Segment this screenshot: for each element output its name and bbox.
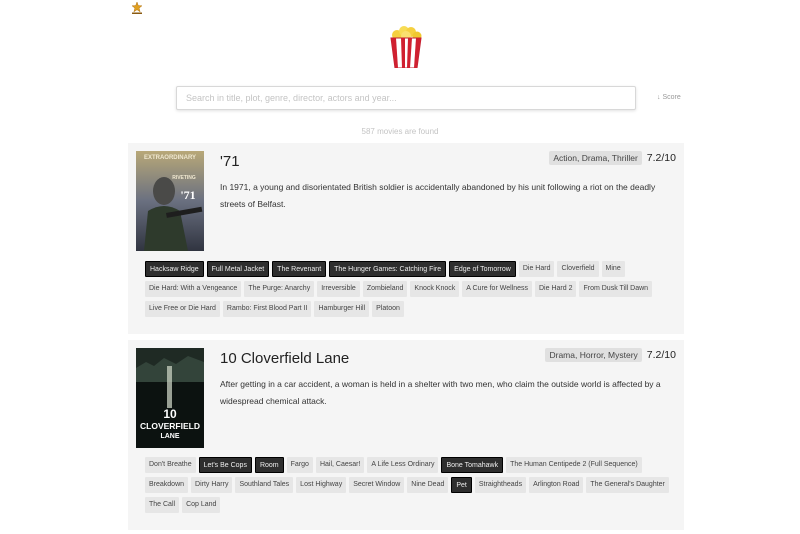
similar-movie-tag[interactable]: A Life Less Ordinary (367, 457, 439, 473)
similar-movie-tag[interactable]: Let's Be Cops (198, 457, 252, 473)
similar-movie-tag[interactable]: The Human Centipede 2 (Full Sequence) (506, 457, 642, 473)
similar-movies: Hacksaw Ridge Full Metal Jacket The Revena… (145, 261, 675, 321)
similar-movie-tag[interactable]: Knock Knock (410, 281, 460, 297)
sort-score-button[interactable]: ↓ Score (657, 94, 681, 101)
similar-movie-tag[interactable]: Breakdown (145, 477, 189, 493)
similar-movie-tag[interactable]: Zombieland (362, 281, 408, 297)
movie-meta: Drama, Horror, Mystery 7.2/10 (545, 348, 676, 362)
similar-movie-tag[interactable]: Bone Tomahawk (441, 457, 504, 473)
similar-movie-tag[interactable]: Southland Tales (235, 477, 294, 493)
movie-plot: In 1971, a young and disorientated Briti… (220, 182, 656, 209)
similar-movie-tag[interactable]: The Hunger Games: Catching Fire (329, 261, 447, 277)
similar-movie-tag[interactable]: Room (254, 457, 284, 473)
similar-movie-tag[interactable]: Arlington Road (529, 477, 584, 493)
similar-movie-tag[interactable]: Irreversible (317, 281, 360, 297)
similar-movie-tag[interactable]: The General's Daughter (586, 477, 669, 493)
similar-movies: Don't Breathe Let's Be Cops Room Fargo Hail,… (145, 457, 675, 517)
poster-subtitle: LANE (160, 433, 179, 440)
similar-movie-tag[interactable]: Die Hard 2 (535, 281, 577, 297)
movie-meta: Action, Drama, Thriller 7.2/10 (549, 151, 676, 165)
poster-tagline-2: RIVETING (172, 175, 196, 181)
poster-title: '71 (180, 188, 195, 202)
poster-number: 10 (163, 407, 177, 421)
similar-movie-tag[interactable]: Edge of Tomorrow (449, 261, 516, 277)
movie-rating: 7.2/10 (646, 349, 676, 361)
similar-movie-tag[interactable]: The Call (145, 497, 180, 513)
movie-title[interactable]: '71 (220, 153, 240, 170)
results-count: 587 movies are found (361, 127, 439, 136)
similar-movie-tag[interactable]: The Purge: Anarchy (244, 281, 315, 297)
similar-movie-tag[interactable]: Fargo (286, 457, 313, 473)
similar-movie-tag[interactable]: Straightheads (474, 477, 527, 493)
similar-movie-tag[interactable]: Cop Land (182, 497, 221, 513)
similar-movie-tag[interactable]: A Cure for Wellness (462, 281, 532, 297)
movie-card: EXTRAORDINARY RIVETING '71 '71 Action, D… (128, 143, 684, 334)
similar-movie-tag[interactable]: Secret Window (349, 477, 405, 493)
similar-movie-tag[interactable]: Live Free or Die Hard (145, 301, 220, 317)
similar-movie-tag[interactable]: Don't Breathe (145, 457, 196, 473)
similar-movie-tag[interactable]: Dirty Harry (191, 477, 233, 493)
similar-movie-tag[interactable]: Hacksaw Ridge (145, 261, 204, 277)
similar-movie-tag[interactable]: Full Metal Jacket (206, 261, 270, 277)
similar-movie-tag[interactable]: Lost Highway (296, 477, 347, 493)
genre-badge: Drama, Horror, Mystery (545, 348, 642, 362)
movie-rating: 7.2/10 (646, 152, 676, 164)
search-bar (176, 86, 636, 110)
similar-movie-tag[interactable]: Cloverfield (557, 261, 599, 277)
similar-movie-tag[interactable]: Pet (451, 477, 472, 493)
star-icon[interactable] (132, 2, 142, 14)
similar-movie-tag[interactable]: Hamburger Hill (314, 301, 370, 317)
similar-movie-tag[interactable]: Hail, Caesar! (315, 457, 365, 473)
similar-movie-tag[interactable]: The Revenant (272, 261, 327, 277)
search-input[interactable] (176, 86, 636, 110)
popcorn-icon[interactable] (388, 26, 424, 68)
movie-title[interactable]: 10 Cloverfield Lane (220, 350, 349, 367)
movie-card: 10 CLOVERFIELD LANE 10 Cloverfield Lane … (128, 340, 684, 530)
poster-tagline-1: EXTRAORDINARY (144, 155, 196, 161)
similar-movie-tag[interactable]: Mine (601, 261, 625, 277)
similar-movie-tag[interactable]: Platoon (372, 301, 404, 317)
genre-badge: Action, Drama, Thriller (549, 151, 642, 165)
similar-movie-tag[interactable]: Die Hard (518, 261, 555, 277)
movie-poster[interactable]: EXTRAORDINARY RIVETING '71 (136, 151, 204, 251)
similar-movie-tag[interactable]: Nine Dead (407, 477, 449, 493)
similar-movie-tag[interactable]: From Dusk Till Dawn (579, 281, 653, 297)
movie-plot: After getting in a car accident, a woman… (220, 379, 661, 406)
similar-movie-tag[interactable]: Rambo: First Blood Part II (222, 301, 312, 317)
movie-poster[interactable]: 10 CLOVERFIELD LANE (136, 348, 204, 448)
poster-title: CLOVERFIELD (140, 421, 200, 431)
similar-movie-tag[interactable]: Die Hard: With a Vengeance (145, 281, 242, 297)
